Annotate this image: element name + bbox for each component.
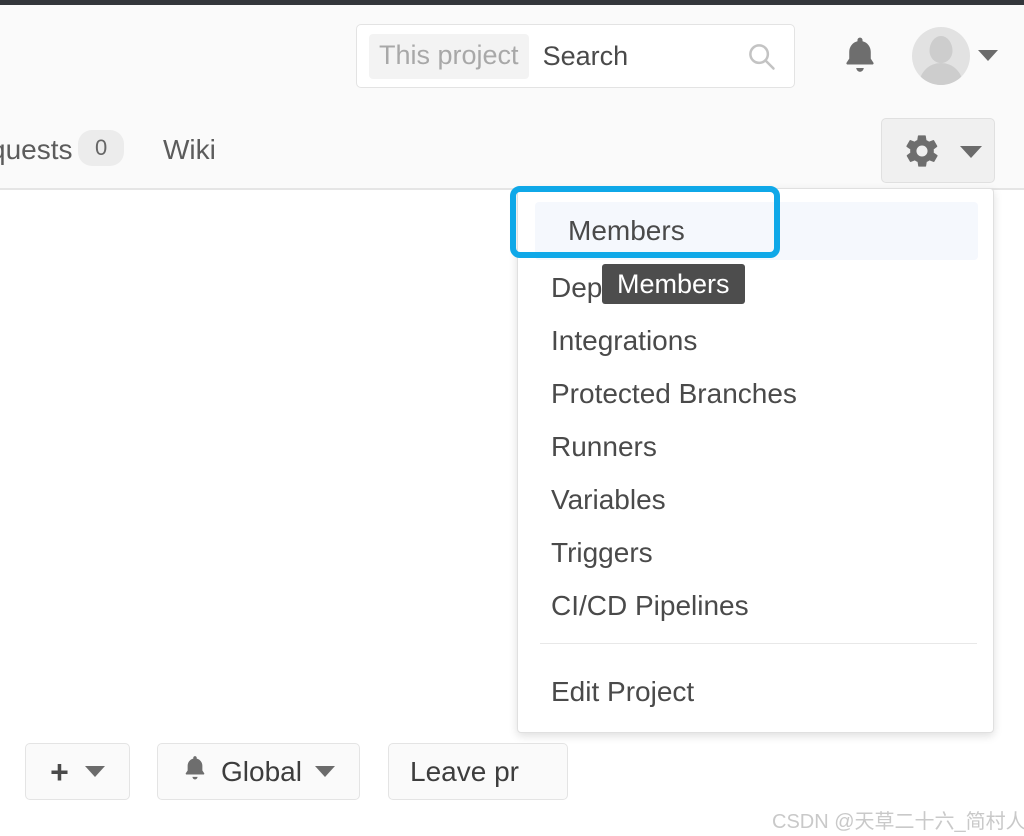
- dropdown-item-variables[interactable]: Variables: [518, 473, 995, 526]
- leave-project-label: Leave pr: [410, 756, 519, 788]
- dropdown-item-protected-branches[interactable]: Protected Branches: [518, 367, 995, 420]
- dropdown-item-edit-project[interactable]: Edit Project: [518, 665, 995, 718]
- global-search-box[interactable]: This project: [356, 24, 795, 88]
- dropdown-item-triggers[interactable]: Triggers: [518, 526, 995, 579]
- global-topbar: This project: [0, 5, 1024, 103]
- nav-tab-wiki[interactable]: Wiki: [163, 134, 216, 166]
- avatar-head: [930, 36, 953, 63]
- gear-icon[interactable]: [903, 132, 941, 170]
- add-button[interactable]: +: [25, 743, 130, 800]
- dropdown-item-cicd-pipelines[interactable]: CI/CD Pipelines: [518, 579, 995, 632]
- search-input[interactable]: [543, 41, 763, 72]
- chevron-down-icon[interactable]: [315, 766, 335, 777]
- search-scope-pill[interactable]: This project: [369, 34, 529, 79]
- avatar-body: [919, 63, 963, 85]
- project-action-buttons: + Global Leave pr: [0, 743, 1024, 801]
- plus-icon: +: [50, 756, 69, 788]
- chevron-down-icon[interactable]: [978, 50, 998, 61]
- notification-setting-button[interactable]: Global: [157, 743, 360, 800]
- nav-tab-merge-requests-badge: 0: [78, 130, 124, 166]
- dropdown-separator: [540, 643, 977, 644]
- project-nav-row: [0, 103, 1024, 190]
- user-avatar[interactable]: [912, 27, 970, 85]
- dropdown-item-integrations[interactable]: Integrations: [518, 314, 995, 367]
- dropdown-item-runners[interactable]: Runners: [518, 420, 995, 473]
- members-tooltip: Members: [602, 264, 745, 304]
- screenshot-root: This project quests 0 Wiki: [0, 0, 1024, 836]
- leave-project-button[interactable]: Leave pr: [388, 743, 568, 800]
- notification-setting-label: Global: [221, 756, 302, 788]
- dropdown-item-deploy-keys[interactable]: Dep: [518, 261, 995, 314]
- search-icon[interactable]: [746, 41, 776, 71]
- dropdown-item-members[interactable]: Members: [535, 202, 978, 260]
- bell-icon: [182, 753, 208, 790]
- nav-tab-merge-requests[interactable]: quests: [0, 134, 73, 166]
- csdn-watermark: CSDN @天草二十六_简村人: [772, 805, 1024, 834]
- settings-dropdown-menu[interactable]: Members Dep Integrations Protected Branc…: [517, 188, 994, 733]
- project-settings-button[interactable]: [881, 118, 995, 183]
- chevron-down-icon[interactable]: [960, 146, 982, 158]
- chevron-down-icon[interactable]: [85, 766, 105, 777]
- bell-icon[interactable]: [841, 33, 879, 77]
